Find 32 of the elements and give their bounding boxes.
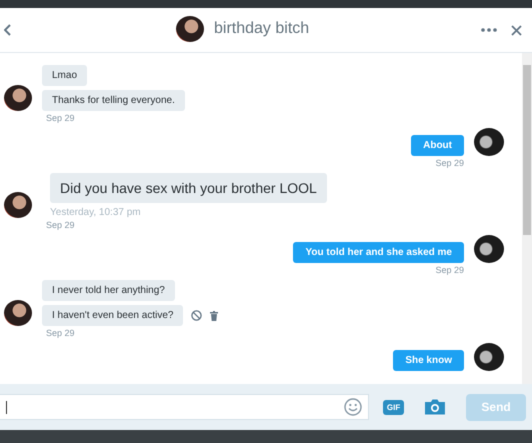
message-bubble: I haven't even been active?	[42, 305, 184, 326]
close-icon[interactable]	[511, 24, 522, 36]
message-bubble: Lmao	[42, 65, 88, 86]
avatar	[474, 128, 504, 156]
conversation-title: birthday bitch	[214, 20, 310, 38]
scrollbar[interactable]	[522, 53, 532, 384]
back-icon[interactable]	[4, 24, 12, 36]
message-bubble: You told her and she asked me	[293, 242, 464, 263]
message-bubble: Thanks for telling everyone.	[42, 90, 185, 111]
camera-icon[interactable]	[424, 399, 446, 415]
emoji-icon[interactable]	[344, 398, 362, 416]
message-time: Sep 29	[435, 265, 464, 275]
message-bubble: Did you have sex with your brother LOOL	[50, 173, 327, 203]
message-time: Sep 29	[46, 220, 76, 230]
avatar	[4, 85, 32, 111]
message-time: Sep 29	[435, 158, 464, 168]
message-bubble: She know	[393, 350, 464, 371]
avatar	[4, 300, 32, 326]
avatar	[474, 343, 504, 371]
gif-button[interactable]: GIF	[382, 400, 404, 414]
avatar	[4, 192, 32, 218]
message-time: Yesterday, 10:37 pm	[50, 207, 142, 218]
message-bubble: About	[411, 135, 464, 156]
more-icon[interactable]	[481, 28, 497, 32]
message-time: Sep 29	[46, 328, 76, 338]
block-icon[interactable]	[191, 310, 202, 321]
avatar	[176, 16, 204, 42]
message-bubble: I never told her anything?	[42, 280, 175, 301]
avatar	[474, 235, 504, 263]
message-time: Sep 29	[46, 113, 76, 123]
trash-icon[interactable]	[210, 310, 218, 320]
message-input[interactable]	[0, 394, 369, 420]
